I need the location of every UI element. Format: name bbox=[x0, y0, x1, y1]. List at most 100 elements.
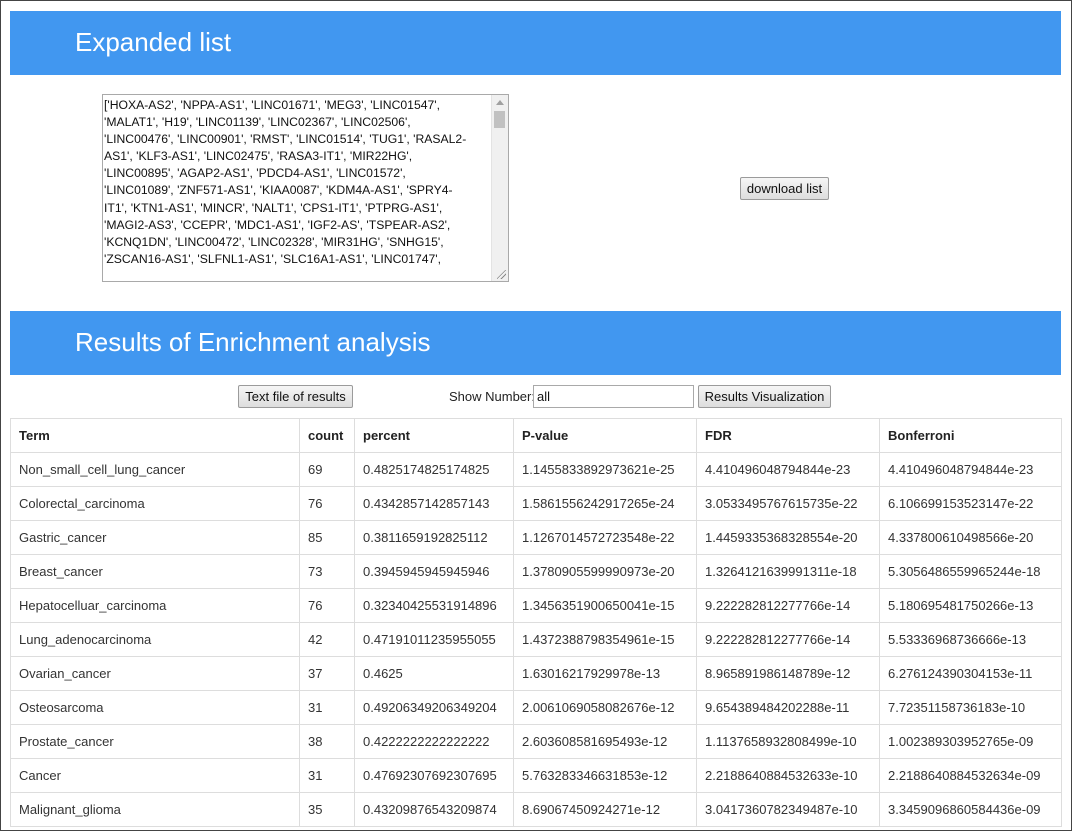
show-number-label: Show Number: bbox=[449, 389, 535, 404]
table-header-row: Term count percent P-value FDR Bonferron… bbox=[10, 418, 1062, 453]
cell-percent: 0.43209876543209874 bbox=[354, 792, 514, 827]
cell-p-value: 1.3456351900650041e-15 bbox=[513, 588, 697, 623]
cell-p-value: 1.63016217929978e-13 bbox=[513, 656, 697, 691]
column-header-term[interactable]: Term bbox=[10, 418, 300, 453]
cell-term: Gastric_cancer bbox=[10, 520, 300, 555]
gene-list-line: ['HOXA-AS2', 'NPPA-AS1', 'LINC01671', 'M… bbox=[104, 98, 440, 112]
gene-list-line: 'ZSCAN16-AS1', 'SLFNL1-AS1', 'SLC16A1-AS… bbox=[104, 251, 442, 266]
cell-count: 38 bbox=[299, 724, 355, 759]
column-header-fdr[interactable]: FDR bbox=[696, 418, 880, 453]
gene-list-line: 'LINC01089', 'ZNF571-AS1', 'KIAA0087', '… bbox=[104, 183, 453, 198]
cell-count: 37 bbox=[299, 656, 355, 691]
column-header-p-value[interactable]: P-value bbox=[513, 418, 697, 453]
table-row: Osteosarcoma 31 0.49206349206349204 2.00610… bbox=[10, 690, 1062, 725]
vertical-scrollbar[interactable] bbox=[491, 95, 508, 281]
cell-bonferroni: 4.410496048794844e-23 bbox=[879, 452, 1062, 487]
resize-grip-icon[interactable] bbox=[497, 270, 506, 279]
cell-count: 35 bbox=[299, 792, 355, 827]
cell-term: Hepatocelluar_carcinoma bbox=[10, 588, 300, 623]
text-file-of-results-button[interactable]: Text file of results bbox=[238, 385, 353, 408]
cell-term: Breast_cancer bbox=[10, 554, 300, 589]
cell-percent: 0.4222222222222222 bbox=[354, 724, 514, 759]
enrichment-results-header: Results of Enrichment analysis bbox=[10, 311, 1061, 375]
cell-term: Malignant_glioma bbox=[10, 792, 300, 827]
cell-percent: 0.3945945945945946 bbox=[354, 554, 514, 589]
cell-p-value: 1.1267014572723548e-22 bbox=[513, 520, 697, 555]
cell-fdr: 1.4459335368328554e-20 bbox=[696, 520, 880, 555]
show-number-input[interactable] bbox=[533, 385, 694, 408]
cell-term: Colorectal_carcinoma bbox=[10, 486, 300, 521]
page-frame: Expanded list ['HOXA-AS2', 'NPPA-AS1', '… bbox=[0, 0, 1072, 831]
cell-percent: 0.3811659192825112 bbox=[354, 520, 514, 555]
cell-fdr: 3.0417360782349487e-10 bbox=[696, 792, 880, 827]
expanded-list-title: Expanded list bbox=[75, 27, 232, 57]
gene-list-line: 'LINC00895', 'AGAP2-AS1', 'PDCD4-AS1', '… bbox=[104, 166, 406, 181]
cell-count: 31 bbox=[299, 690, 355, 725]
cell-term: Non_small_cell_lung_cancer bbox=[10, 452, 300, 487]
enrichment-results-title: Results of Enrichment analysis bbox=[75, 327, 431, 357]
cell-bonferroni: 5.180695481750266e-13 bbox=[879, 588, 1062, 623]
cell-bonferroni: 6.276124390304153e-11 bbox=[879, 656, 1062, 691]
expanded-list-header: Expanded list bbox=[10, 11, 1061, 75]
table-row: Gastric_cancer 85 0.3811659192825112 1.1267… bbox=[10, 520, 1062, 555]
cell-term: Cancer bbox=[10, 758, 300, 793]
cell-fdr: 4.410496048794844e-23 bbox=[696, 452, 880, 487]
cell-p-value: 5.763283346631853e-12 bbox=[513, 758, 697, 793]
cell-bonferroni: 7.72351158736183e-10 bbox=[879, 690, 1062, 725]
cell-bonferroni: 5.3056486559965244e-18 bbox=[879, 554, 1062, 589]
cell-percent: 0.32340425531914896 bbox=[354, 588, 514, 623]
table-row: Malignant_glioma 35 0.43209876543209874 8.6… bbox=[10, 792, 1062, 827]
cell-bonferroni: 3.3459096860584436e-09 bbox=[879, 792, 1062, 827]
gene-list-textarea[interactable]: ['HOXA-AS2', 'NPPA-AS1', 'LINC01671', 'M… bbox=[102, 94, 509, 282]
cell-term: Osteosarcoma bbox=[10, 690, 300, 725]
cell-p-value: 1.1455833892973621e-25 bbox=[513, 452, 697, 487]
gene-list-text: ['HOXA-AS2', 'NPPA-AS1', 'LINC01671', 'M… bbox=[104, 97, 490, 268]
table-row: Colorectal_carcinoma 76 0.4342857142857143… bbox=[10, 486, 1062, 521]
table-row: Ovarian_cancer 37 0.4625 1.63016217929978e-… bbox=[10, 656, 1062, 691]
cell-bonferroni: 6.106699153523147e-22 bbox=[879, 486, 1062, 521]
cell-fdr: 2.2188640884532633e-10 bbox=[696, 758, 880, 793]
table-row: Cancer 31 0.47692307692307695 5.76328334663… bbox=[10, 758, 1062, 793]
cell-percent: 0.4342857142857143 bbox=[354, 486, 514, 521]
cell-count: 76 bbox=[299, 486, 355, 521]
cell-count: 42 bbox=[299, 622, 355, 657]
table-row: Prostate_cancer 38 0.4222222222222222 2.603… bbox=[10, 724, 1062, 759]
cell-count: 31 bbox=[299, 758, 355, 793]
cell-percent: 0.47692307692307695 bbox=[354, 758, 514, 793]
cell-p-value: 1.3780905599990973e-20 bbox=[513, 554, 697, 589]
cell-count: 73 bbox=[299, 554, 355, 589]
cell-percent: 0.49206349206349204 bbox=[354, 690, 514, 725]
results-visualization-button[interactable]: Results Visualization bbox=[698, 385, 831, 408]
cell-p-value: 8.69067450924271e-12 bbox=[513, 792, 697, 827]
cell-bonferroni: 4.337800610498566e-20 bbox=[879, 520, 1062, 555]
cell-bonferroni: 2.2188640884532634e-09 bbox=[879, 758, 1062, 793]
cell-fdr: 9.222282812277766e-14 bbox=[696, 622, 880, 657]
table-row: Non_small_cell_lung_cancer 69 0.4825174825… bbox=[10, 452, 1062, 487]
cell-fdr: 9.654389484202288e-11 bbox=[696, 690, 880, 725]
cell-term: Lung_adenocarcinoma bbox=[10, 622, 300, 657]
cell-count: 76 bbox=[299, 588, 355, 623]
cell-bonferroni: 1.002389303952765e-09 bbox=[879, 724, 1062, 759]
cell-percent: 0.47191011235955055 bbox=[354, 622, 514, 657]
column-header-percent[interactable]: percent bbox=[354, 418, 514, 453]
table-row: Lung_adenocarcinoma 42 0.47191011235955055… bbox=[10, 622, 1062, 657]
download-list-button[interactable]: download list bbox=[740, 177, 829, 200]
scroll-up-arrow-icon[interactable] bbox=[496, 100, 504, 105]
gene-list-line: IT1', 'KTN1-AS1', 'MINCR', 'NALT1', 'CPS… bbox=[104, 200, 443, 215]
gene-list-line: AS1', 'KLF3-AS1', 'LINC02475', 'RASA3-IT… bbox=[104, 149, 413, 164]
gene-list-line: 'KCNQ1DN', 'LINC00472', 'LINC02328', 'MI… bbox=[104, 234, 444, 249]
cell-p-value: 1.5861556242917265e-24 bbox=[513, 486, 697, 521]
gene-list-line: 'LINC00476', 'LINC00901', 'RMST', 'LINC0… bbox=[104, 132, 467, 147]
column-header-count[interactable]: count bbox=[299, 418, 355, 453]
cell-p-value: 1.4372388798354961e-15 bbox=[513, 622, 697, 657]
cell-percent: 0.4825174825174825 bbox=[354, 452, 514, 487]
cell-count: 85 bbox=[299, 520, 355, 555]
cell-fdr: 3.0533495767615735e-22 bbox=[696, 486, 880, 521]
column-header-bonferroni[interactable]: Bonferroni bbox=[879, 418, 1062, 453]
scrollbar-thumb[interactable] bbox=[494, 111, 505, 128]
cell-percent: 0.4625 bbox=[354, 656, 514, 691]
table-row: Hepatocelluar_carcinoma 76 0.3234042553191… bbox=[10, 588, 1062, 623]
cell-p-value: 2.603608581695493e-12 bbox=[513, 724, 697, 759]
gene-list-line: 'MAGI2-AS3', 'CCEPR', 'MDC1-AS1', 'IGF2-… bbox=[104, 217, 451, 232]
table-row: Breast_cancer 73 0.3945945945945946 1.37809… bbox=[10, 554, 1062, 589]
